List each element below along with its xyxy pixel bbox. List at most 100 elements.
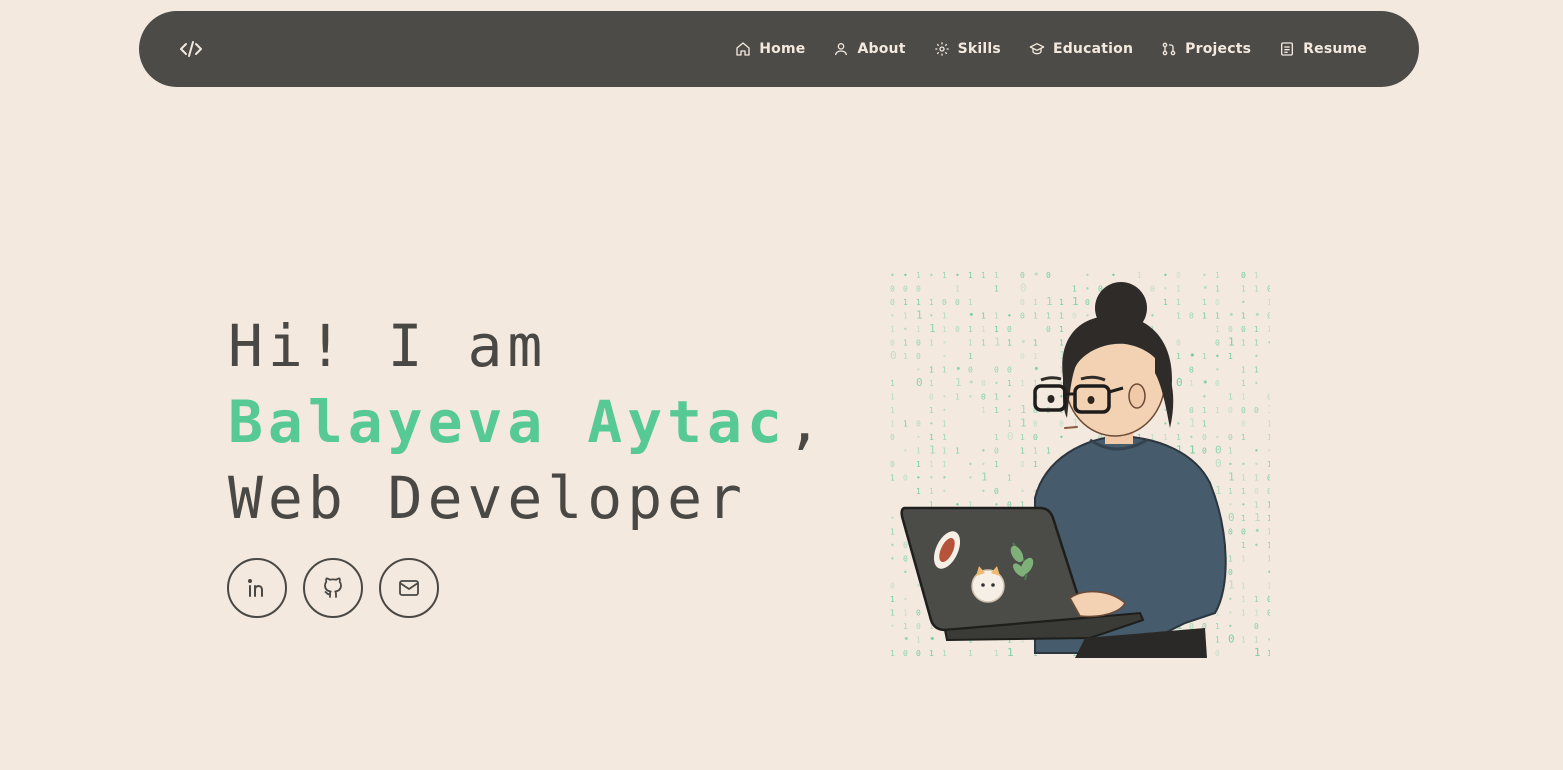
binary-digit: 1 [890,379,895,388]
binary-digit: 0 [1189,366,1194,375]
binary-digit: 1 [1228,487,1233,496]
binary-digit: 0 [1267,393,1270,402]
binary-digit: • [968,474,973,483]
binary-digit: 0 [1020,352,1025,361]
binary-digit: 1 [1228,336,1235,349]
binary-digit: 1 [1033,312,1038,321]
binary-digit: • [942,406,947,415]
nav-item-label: Education [1052,41,1134,57]
binary-digit: 1 [968,352,973,361]
binary-digit: 1 [1254,325,1259,334]
nav-item-about[interactable]: About [833,41,905,57]
binary-digit: 1 [1254,271,1259,280]
binary-digit: • [968,376,975,389]
binary-digit: 1 [955,285,960,294]
binary-digit: 1 [1033,460,1038,469]
binary-digit: 0 [1176,271,1181,280]
binary-digit: 1 [916,298,921,307]
binary-digit: • [916,433,921,442]
binary-digit: • [1254,352,1259,361]
nav-item-projects[interactable]: Projects [1161,41,1251,57]
binary-digit: 1 [929,444,936,457]
binary-digit: 1 [1228,579,1235,592]
binary-digit: 1 [942,460,947,469]
binary-digit: 1 [1020,417,1027,430]
binary-digit: • [1254,309,1261,322]
nav-item-resume[interactable]: Resume [1279,41,1367,57]
binary-digit: • [1267,636,1270,645]
binary-digit: • [1267,447,1270,456]
binary-digit: 0 [981,379,986,388]
binary-digit: • [1007,312,1012,321]
binary-digit: 0 [968,366,973,375]
binary-digit: 1 [890,609,895,618]
binary-digit: 1 [916,460,921,469]
hero-name: Balayeva Aytac [228,388,787,456]
binary-digit: 0 [1215,298,1220,307]
binary-digit: 0 [1176,376,1183,389]
binary-digit: 0 [1228,325,1233,334]
binary-digit: 1 [994,433,999,442]
user-icon [835,43,848,56]
binary-digit: 1 [1137,271,1142,280]
binary-digit: • [994,379,999,388]
binary-digit: • [1228,595,1233,604]
binary-digit: 0 [1254,622,1259,631]
binary-digit: 1 [929,433,934,442]
binary-digit: 1 [1267,528,1270,537]
binary-digit: • [1267,568,1270,577]
binary-digit: 0 [1020,460,1025,469]
binary-digit: • [955,271,960,280]
binary-digit: 0 [1267,285,1270,294]
binary-digit: 1 [1072,295,1079,308]
binary-digit: 1 [942,366,947,375]
code-icon[interactable] [179,39,203,59]
linkedin-button[interactable] [227,558,287,618]
binary-digit: • [942,393,947,402]
binary-digit: 0 [1254,487,1259,496]
binary-digit: 1 [929,649,934,658]
binary-digit: 0 [1033,420,1038,429]
binary-digit: 1 [1267,433,1270,442]
binary-digit: • [968,309,975,322]
binary-digit: • [942,352,947,361]
binary-digit: 1 [1254,285,1259,294]
nav-menu: Home About Skills Education Projects Res… [735,41,1367,57]
binary-digit: 1 [968,271,973,280]
github-button[interactable] [303,558,363,618]
binary-digit: 1 [916,325,921,334]
binary-digit: • [1254,447,1259,456]
binary-digit: 1 [994,312,999,321]
binary-digit: 1 [890,528,895,537]
binary-digit: 1 [994,325,999,334]
binary-digit: 0 [1072,312,1077,321]
binary-digit: 1 [942,649,947,658]
binary-digit: • [903,633,910,646]
binary-digit: 0 [1059,420,1064,429]
nav-item-label: Skills [957,41,1001,57]
binary-digit: 1 [1215,325,1220,334]
binary-digit: 1 [981,471,988,484]
nav-item-skills[interactable]: Skills [934,41,1001,57]
binary-digit: 1 [1254,339,1259,348]
binary-digit: 1 [1176,285,1181,294]
binary-digit: 1 [1267,514,1270,523]
nav-item-home[interactable]: Home [735,41,805,57]
binary-digit: 1 [1241,609,1246,618]
binary-digit: 1 [942,325,947,334]
binary-digit: • [1202,271,1207,280]
binary-digit: 1 [1033,339,1038,348]
binary-digit: • [1241,501,1246,510]
binary-digit: • [890,555,895,564]
binary-digit: 1 [1267,298,1270,307]
binary-digit: 0 [1241,420,1246,429]
email-button[interactable] [379,558,439,618]
binary-digit: 0 [890,460,895,469]
binary-digit: 0 [929,393,934,402]
binary-digit: • [903,568,908,577]
binary-digit: 0 [1020,298,1025,307]
nav-item-education[interactable]: Education [1029,41,1133,57]
binary-digit: 0 [1007,366,1012,375]
binary-digit: 1 [981,271,986,280]
binary-digit: 1 [1059,298,1064,307]
